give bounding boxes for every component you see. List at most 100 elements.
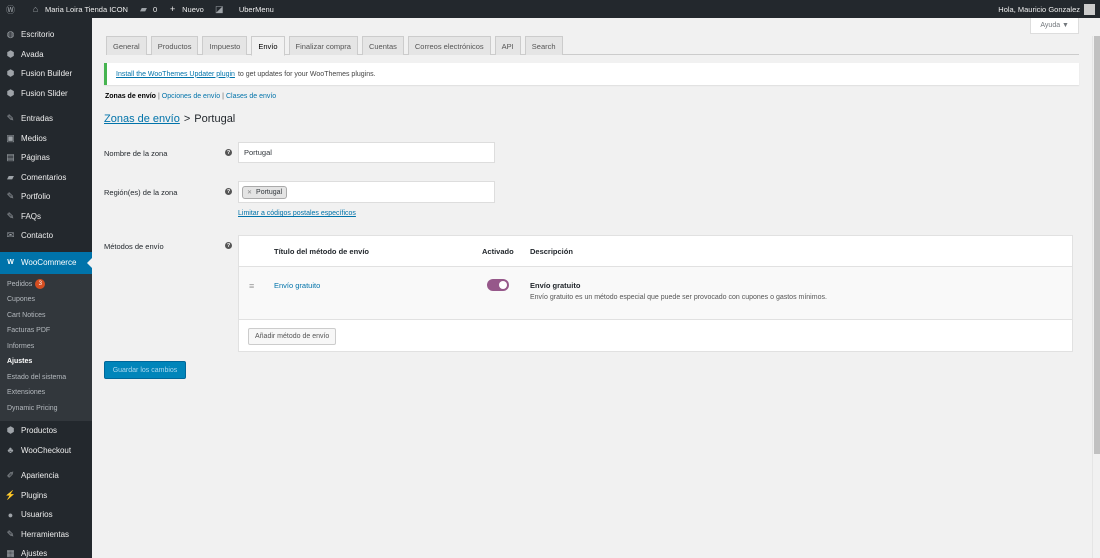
site-name-link[interactable]: ⌂ Maria Loira Tienda ICON <box>25 0 133 18</box>
comment-bubble-icon: ▰ <box>139 3 147 14</box>
subsub-separator: | <box>157 93 160 100</box>
tab-search[interactable]: Search <box>524 36 563 55</box>
submenu-item-label: Pedidos <box>7 280 33 288</box>
ubermenu-link[interactable]: UberMenu <box>234 0 279 18</box>
save-changes-button[interactable]: Guardar los cambios <box>104 361 186 379</box>
admin-bar: Ⓦ ⌂ Maria Loira Tienda ICON ▰ 0 + Nuevo ◪ U… <box>0 0 1100 18</box>
woocommerce-icon: W <box>7 259 14 266</box>
sidebar-item-apariencia[interactable]: ✐ Apariencia <box>0 466 92 486</box>
orders-count-badge: 3 <box>35 279 46 290</box>
subsub-zones[interactable]: Zonas de envío <box>105 93 156 100</box>
tab-productos[interactable]: Productos <box>150 36 199 55</box>
submenu-item-label: Cart Notices <box>7 311 46 319</box>
limit-postcodes-link[interactable]: Limitar a códigos postales específicos <box>238 210 356 217</box>
wordpress-logo-icon: Ⓦ <box>5 4 15 15</box>
pages-icon: ▤ <box>6 152 15 163</box>
submenu-item-label: Estado del sistema <box>7 373 67 381</box>
submenu-item-cart-notices[interactable]: Cart Notices <box>0 308 92 324</box>
submenu-item-estado-del-sistema[interactable]: Estado del sistema <box>0 370 92 386</box>
submenu-item-pedidos[interactable]: Pedidos 3 <box>0 277 92 293</box>
remove-chip-icon[interactable]: ✕ <box>247 189 252 196</box>
method-desc-text: Envío gratuito es un método especial que… <box>530 294 827 301</box>
scrollbar[interactable] <box>1092 36 1100 558</box>
comments-link[interactable]: ▰ 0 <box>133 0 162 18</box>
submenu-item-informes[interactable]: Informes <box>0 339 92 355</box>
sidebar-item-woocommerce[interactable]: W WooCommerce <box>0 251 92 274</box>
sidebar-item-label: Contacto <box>21 231 54 241</box>
subsub-classes[interactable]: Clases de envío <box>226 93 276 100</box>
submenu-item-label: Dynamic Pricing <box>7 404 58 412</box>
zone-name-label: Nombre de la zona <box>104 149 168 158</box>
sidebar-item-label: Portfolio <box>21 192 51 202</box>
sidebar-item-entradas[interactable]: ✎ Entradas <box>0 109 92 129</box>
tab-api[interactable]: API <box>494 36 521 55</box>
woo-shortcut[interactable]: ◪ <box>209 0 234 18</box>
portfolio-pin-icon: ✎ <box>6 191 15 202</box>
tab-correos-electronicos[interactable]: Correos electrónicos <box>407 36 491 55</box>
home-icon: ⌂ <box>32 4 39 14</box>
sidebar-item-ajustes[interactable]: ▦ Ajustes <box>0 544 92 558</box>
column-enabled-header: Activado <box>482 247 514 256</box>
avatar <box>1084 3 1095 15</box>
region-chip: ✕ Portugal <box>242 185 288 199</box>
shipping-subsections: Zonas de envío | Opciones de envío | Cla… <box>105 93 278 100</box>
sidebar-item-woocheckout[interactable]: ♣ WooCheckout <box>0 441 92 461</box>
add-shipping-method-button[interactable]: Añadir método de envío <box>248 328 337 345</box>
faqs-pin-icon: ✎ <box>6 210 15 221</box>
submenu-item-cupones[interactable]: Cupones <box>0 292 92 308</box>
subsub-separator: | <box>222 93 224 100</box>
zone-regions-help-icon[interactable]: ? <box>225 188 232 195</box>
tab-general[interactable]: General <box>106 36 147 55</box>
sidebar-item-escritorio[interactable]: ◍ Escritorio <box>0 25 92 45</box>
tab-impuesto[interactable]: Impuesto <box>202 36 248 55</box>
shipping-methods-help-icon[interactable]: ? <box>225 242 232 249</box>
sidebar-item-plugins[interactable]: ⚡ Plugins <box>0 486 92 506</box>
submenu-item-label: Informes <box>7 342 35 350</box>
sidebar-item-contacto[interactable]: ✉ Contacto <box>0 226 92 246</box>
breadcrumb-zones-link[interactable]: Zonas de envío <box>104 113 180 125</box>
wp-logo-menu[interactable]: Ⓦ <box>0 0 25 18</box>
sidebar-item-herramientas[interactable]: ✎ Herramientas <box>0 525 92 545</box>
woocheckout-icon: ♣ <box>7 445 14 456</box>
sidebar-item-label: Apariencia <box>21 471 59 481</box>
scroll-thumb[interactable] <box>1094 36 1100 454</box>
method-enabled-toggle[interactable] <box>487 279 509 291</box>
submenu-item-facturas-pdf[interactable]: Facturas PDF <box>0 323 92 339</box>
sidebar-item-productos[interactable]: ⬢ Productos <box>0 421 92 441</box>
sidebar-item-label: Comentarios <box>21 172 67 182</box>
zone-regions-select[interactable]: ✕ Portugal <box>238 181 495 203</box>
comments-icon: ▰ <box>7 171 14 182</box>
install-updater-link[interactable]: Install the WooThemes Updater plugin <box>116 71 235 78</box>
account-menu[interactable]: Hola, Mauricio Gonzalez <box>993 0 1100 18</box>
media-icon: ▣ <box>6 132 15 143</box>
sidebar-item-fusion-builder[interactable]: ⬢ Fusion Builder <box>0 64 92 84</box>
new-content-link[interactable]: + Nuevo <box>162 0 209 18</box>
sidebar-item-comentarios[interactable]: ▰ Comentarios <box>0 168 92 188</box>
zone-name-help-icon[interactable]: ? <box>225 149 232 156</box>
submenu-item-ajustes[interactable]: Ajustes <box>0 354 92 370</box>
appearance-icon: ✐ <box>6 470 15 481</box>
submenu-item-extensiones[interactable]: Extensiones <box>0 385 92 401</box>
sidebar-item-medios[interactable]: ▣ Medios <box>0 129 92 149</box>
shield-icon: ◪ <box>215 3 224 14</box>
method-title-link[interactable]: Envío gratuito <box>274 281 320 290</box>
sidebar-item-usuarios[interactable]: ● Usuarios <box>0 505 92 525</box>
sidebar-item-portfolio[interactable]: ✎ Portfolio <box>0 187 92 207</box>
tab-finalizar-compra[interactable]: Finalizar compra <box>288 36 358 55</box>
sidebar-item-paginas[interactable]: ▤ Páginas <box>0 148 92 168</box>
admin-sidebar: ◍ Escritorio ⬢ Avada ⬢ Fusion Builder ⬢ Fusion … <box>0 18 92 558</box>
sidebar-item-faqs[interactable]: ✎ FAQs <box>0 207 92 227</box>
notice-text: to get updates for your WooThemes plugin… <box>237 70 376 78</box>
zone-name-input[interactable]: Portugal <box>238 142 495 163</box>
submenu-item-dynamic-pricing[interactable]: Dynamic Pricing <box>0 401 92 417</box>
drag-handle-icon[interactable]: ≡ <box>249 281 254 291</box>
breadcrumb-separator: > <box>183 113 191 125</box>
woocommerce-submenu: Pedidos 3 Cupones Cart Notices Facturas PDF I… <box>0 273 92 421</box>
tab-envio[interactable]: Envío <box>251 36 285 56</box>
subsub-options[interactable]: Opciones de envío <box>162 93 220 100</box>
breadcrumb-current: Portugal <box>194 113 236 125</box>
sidebar-item-avada[interactable]: ⬢ Avada <box>0 45 92 65</box>
help-tab-button[interactable]: Ayuda ▼ <box>1030 18 1079 34</box>
sidebar-item-fusion-slider[interactable]: ⬢ Fusion Slider <box>0 84 92 104</box>
tab-cuentas[interactable]: Cuentas <box>361 36 404 55</box>
